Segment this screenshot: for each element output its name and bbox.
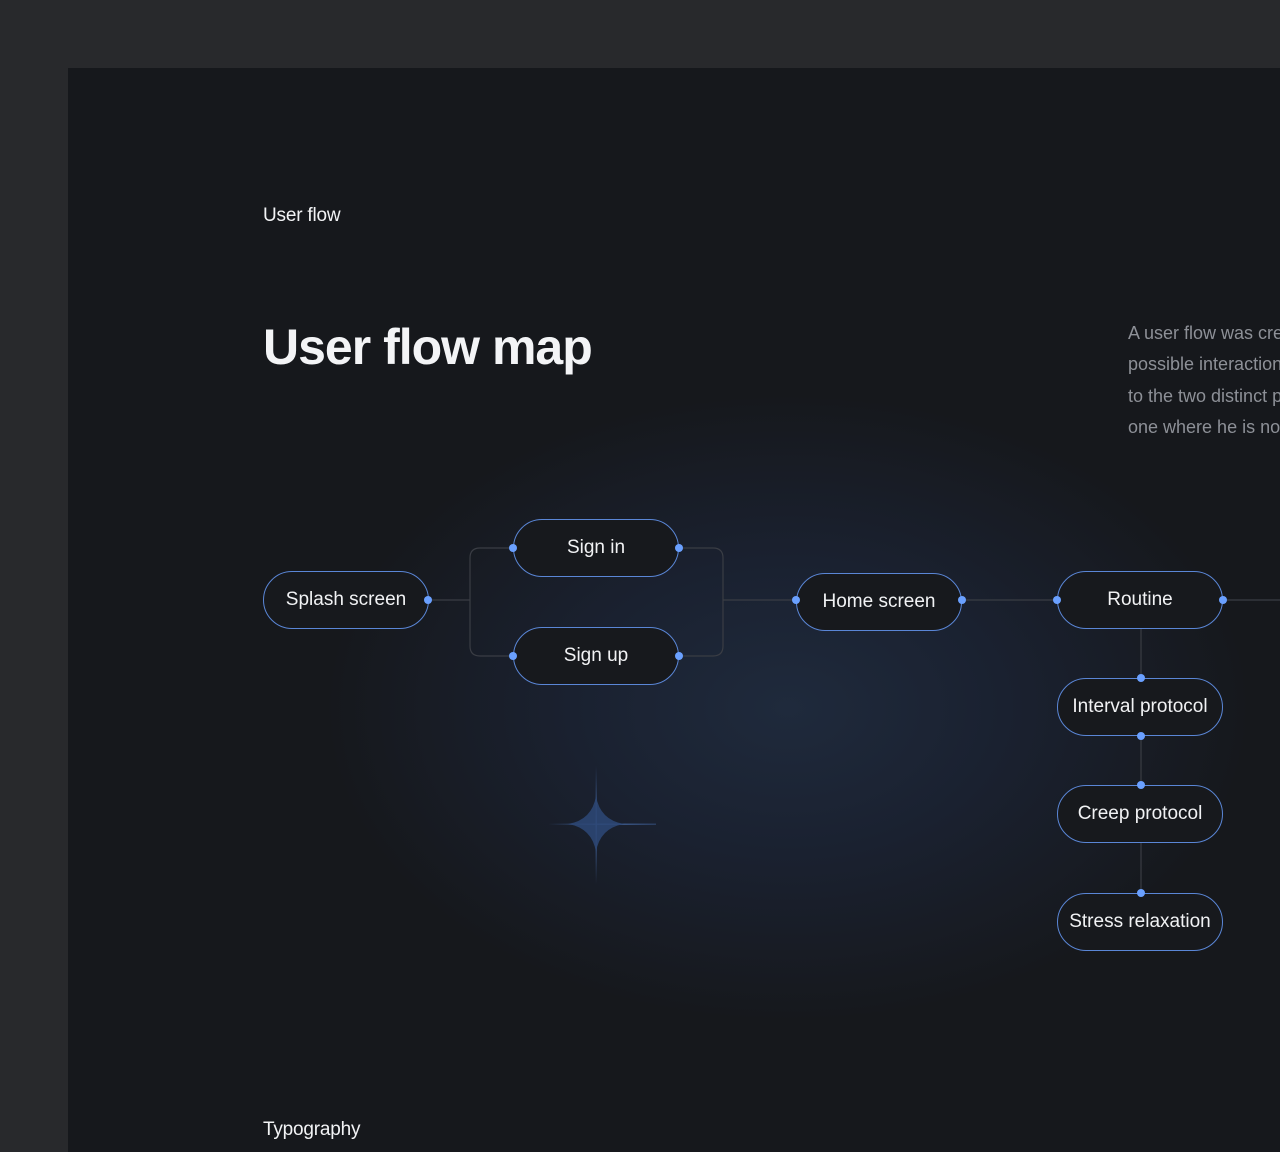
connector-dot [958, 596, 966, 604]
connector-right-bracket [679, 547, 724, 657]
connector-dot [1219, 596, 1227, 604]
node-routine[interactable]: Routine [1057, 571, 1223, 629]
connector-dot [1053, 596, 1061, 604]
connector-dot [675, 652, 683, 660]
node-home-screen[interactable]: Home screen [796, 573, 962, 631]
connector-dot [424, 596, 432, 604]
node-sign-in[interactable]: Sign in [513, 519, 679, 577]
node-splash-screen[interactable]: Splash screen [263, 571, 429, 629]
connector-dot [1137, 674, 1145, 682]
connector-dot [509, 652, 517, 660]
connector-dot [1137, 781, 1145, 789]
connector-dot [509, 544, 517, 552]
section-label-typography: Typography [263, 1119, 361, 1140]
artboard: User flow User flow map A user flow was … [68, 68, 1280, 1152]
connector-dot [1137, 732, 1145, 740]
sparkle-icon [548, 766, 656, 884]
connector-left-bracket [469, 547, 513, 657]
connector-dot [675, 544, 683, 552]
node-sign-up[interactable]: Sign up [513, 627, 679, 685]
node-creep-protocol[interactable]: Creep protocol [1057, 785, 1223, 843]
node-stress-relaxation[interactable]: Stress relaxation [1057, 893, 1223, 951]
connector-dot [792, 596, 800, 604]
node-interval-protocol[interactable]: Interval protocol [1057, 678, 1223, 736]
connector-dot [1137, 889, 1145, 897]
